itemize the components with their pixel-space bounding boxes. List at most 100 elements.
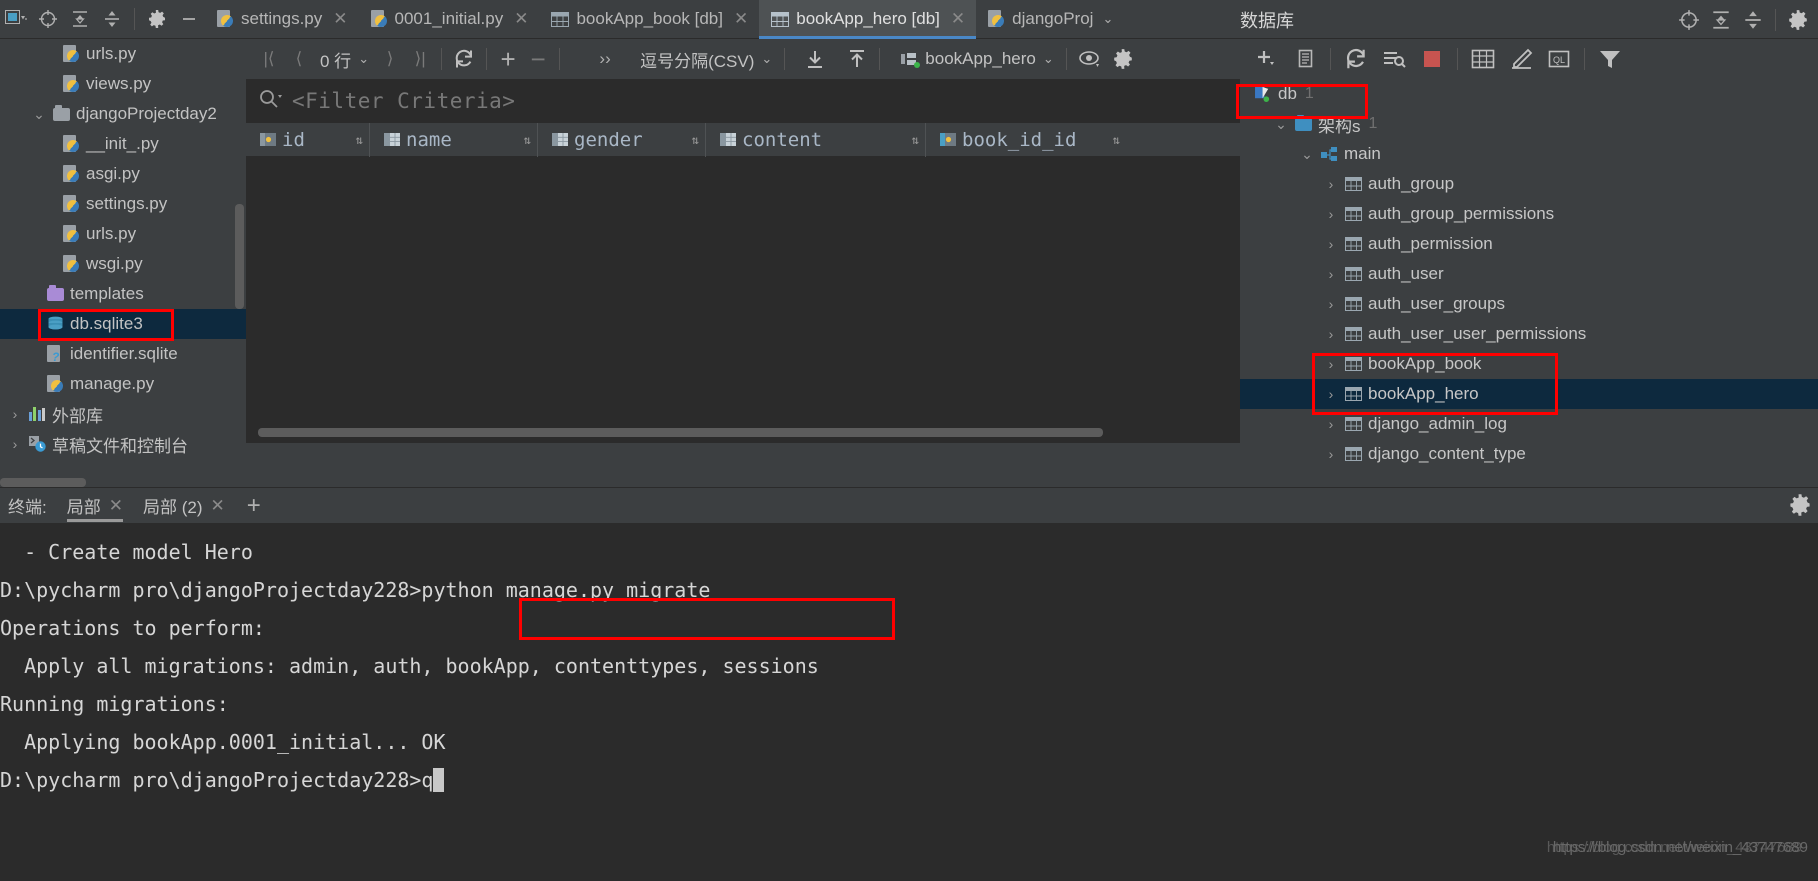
chevron-right-icon[interactable]: › [1320,176,1342,192]
sort-toggle-icon[interactable]: ⇅ [524,134,531,146]
sort-toggle-icon[interactable]: ⇅ [692,134,699,146]
target-icon[interactable] [1673,4,1705,36]
collapse-all-icon[interactable] [1705,4,1737,36]
chevron-right-icon[interactable]: › [1320,386,1342,402]
db-tree-item-auth-user[interactable]: › auth_user [1240,259,1818,289]
settings-gear-icon[interactable] [1782,4,1814,36]
chevron-right-icon[interactable]: › [4,406,26,422]
grid-horizontal-scrollbar[interactable] [258,428,1103,437]
next-page-button[interactable]: ⟩ [375,44,405,74]
tree-item-djangoprojectday2[interactable]: ⌄ djangoProjectday2 [0,99,246,129]
tree-item-urls-py-2[interactable]: urls.py [0,219,246,249]
chevron-right-icon[interactable]: › [1320,326,1342,342]
filter-criteria-bar[interactable]: <Filter Criteria> [246,79,1240,123]
column-header-content[interactable]: content ⇅ [706,122,926,157]
search-icon[interactable] [258,88,282,115]
terminal-output[interactable]: - Create model Hero D:\pycharm pro\djang… [0,523,1818,881]
query-console-icon[interactable]: QL [1540,43,1578,75]
tree-item-scratches-consoles[interactable]: › 草稿文件和控制台 [0,429,246,459]
expand-selection-icon[interactable] [1737,4,1769,36]
target-icon[interactable] [32,3,64,35]
gear-icon[interactable] [1107,44,1139,74]
tree-item-templates[interactable]: templates [0,279,246,309]
previous-page-button[interactable]: ⟨ [284,44,314,74]
db-tree-item-main[interactable]: ⌄ main [1240,139,1818,169]
remove-row-button[interactable]: − [523,44,553,74]
data-grid-body[interactable] [246,157,1240,443]
chevron-right-icon[interactable]: › [1320,296,1342,312]
eye-icon[interactable] [1073,44,1107,74]
chevron-down-icon[interactable]: ⌄ [1270,116,1292,133]
tree-item-identifier-sqlite[interactable]: ? identifier.sqlite [0,339,246,369]
tree-item-asgi-py[interactable]: asgi.py [0,159,246,189]
tree-item-db-sqlite3[interactable]: db.sqlite3 [0,309,246,339]
filter-icon[interactable] [1591,43,1629,75]
first-page-button[interactable]: |⟨ [254,44,284,74]
db-tree-item-auth-user-user-permissions[interactable]: › auth_user_user_permissions [1240,319,1818,349]
copy-icon[interactable] [1286,43,1324,75]
chevron-down-icon[interactable]: ⌄ [1043,51,1054,67]
tab-bookapp-hero-db[interactable]: bookApp_hero [db] ✕ [759,0,977,39]
tree-item-manage-py[interactable]: manage.py [0,369,246,399]
tree-item-init-py[interactable]: __init_.py [0,129,246,159]
refresh-icon[interactable] [448,44,480,74]
db-tree-item-schemas[interactable]: ⌄ 架构s 1 [1240,109,1818,139]
close-icon[interactable]: ✕ [109,496,123,516]
chevron-right-icon[interactable]: › [1320,356,1342,372]
db-tree-item-auth-group-permissions[interactable]: › auth_group_permissions [1240,199,1818,229]
export-format-selector[interactable]: 逗号分隔(CSV) ⌄ [634,47,778,72]
chevron-down-icon[interactable]: ⌄ [358,51,369,67]
table-editor-icon[interactable] [1464,43,1502,75]
project-horizontal-scrollbar[interactable] [0,478,86,487]
db-tree-item-django-content-type[interactable]: › django_content_type [1240,439,1818,469]
window-selector-icon[interactable] [0,3,32,35]
tree-item-external-libraries[interactable]: › 外部库 [0,399,246,429]
sort-toggle-icon[interactable]: ⇅ [1113,134,1120,146]
last-page-button[interactable]: ⟩| [405,44,435,74]
settings-gear-icon[interactable] [141,3,173,35]
db-tree-item-db[interactable]: db 1 [1240,79,1818,109]
close-icon[interactable]: ✕ [210,496,224,516]
chevron-right-icon[interactable]: › [1320,266,1342,282]
chevron-down-icon[interactable]: ⌄ [761,51,772,67]
project-vertical-scrollbar[interactable] [235,204,244,309]
chevron-right-icon[interactable]: › [1320,236,1342,252]
tab-settings-py[interactable]: settings.py ✕ [205,0,359,39]
chevron-down-icon[interactable]: ⌄ [28,106,50,123]
chevron-down-icon[interactable]: ⌄ [1102,11,1113,27]
more-actions-button[interactable]: ›› [590,44,620,74]
sync-settings-icon[interactable] [1375,43,1413,75]
add-icon[interactable] [1248,43,1286,75]
download-icon[interactable] [799,44,831,74]
tree-item-views-py[interactable]: views.py [0,69,246,99]
add-row-button[interactable]: + [493,44,523,74]
table-selector[interactable]: bookApp_hero ⌄ [894,49,1060,69]
minimize-icon[interactable] [173,3,205,35]
db-tree-item-auth-user-groups[interactable]: › auth_user_groups [1240,289,1818,319]
terminal-tab-local-2[interactable]: 局部 (2) ✕ [133,488,235,524]
tree-item-wsgi-py[interactable]: wsgi.py [0,249,246,279]
terminal-settings-button[interactable] [1788,487,1812,523]
column-header-gender[interactable]: gender ⇅ [538,122,706,157]
sort-toggle-icon[interactable]: ⇅ [356,134,363,146]
stop-icon[interactable] [1413,43,1451,75]
modify-icon[interactable] [1502,43,1540,75]
filter-input[interactable]: <Filter Criteria> [292,89,515,113]
db-tree-item-auth-permission[interactable]: › auth_permission [1240,229,1818,259]
terminal-tab-local[interactable]: 局部 ✕ [57,488,133,524]
close-icon[interactable]: ✕ [951,9,965,29]
chevron-down-icon[interactable]: ⌄ [1296,146,1318,163]
tab-bookapp-book-db[interactable]: bookApp_book [db] ✕ [539,0,759,39]
chevron-right-icon[interactable]: › [1320,416,1342,432]
new-terminal-button[interactable]: + [235,492,273,520]
collapse-all-icon[interactable] [64,3,96,35]
project-tree-panel[interactable]: urls.py views.py ⌄ djangoProjectday2 __i… [0,39,246,487]
db-tree-item-bookapp-book[interactable]: › bookApp_book [1240,349,1818,379]
db-tree-item-bookapp-hero[interactable]: › bookApp_hero [1240,379,1818,409]
column-header-id[interactable]: id ⇅ [246,122,370,157]
chevron-right-icon[interactable]: › [1320,446,1342,462]
tab-0001-initial-py[interactable]: 0001_initial.py ✕ [359,0,540,39]
row-count-selector[interactable]: 0 行 ⌄ [314,47,375,72]
refresh-icon[interactable] [1337,43,1375,75]
chevron-right-icon[interactable]: › [4,436,26,452]
